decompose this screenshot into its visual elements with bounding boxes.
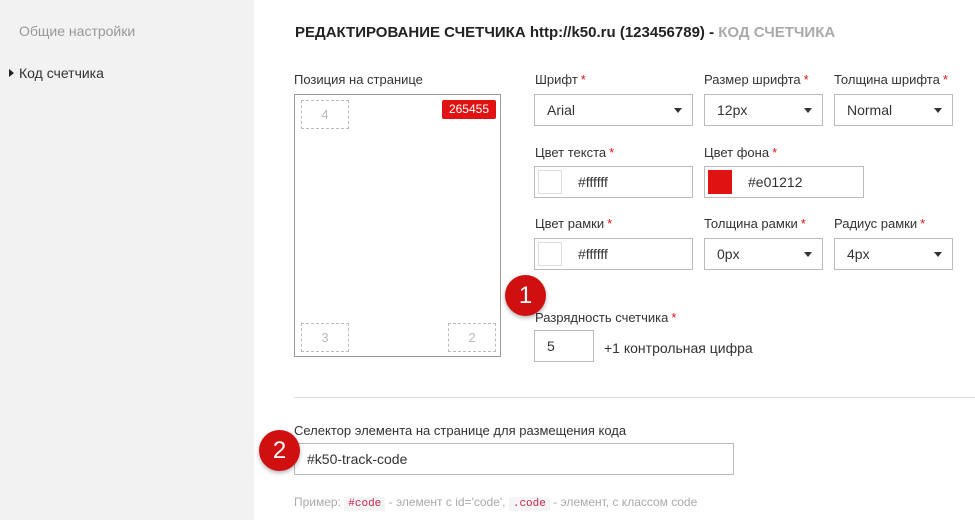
border-radius-select[interactable]: 4px xyxy=(834,238,953,270)
font-select[interactable]: Arial xyxy=(534,94,693,126)
selector-input[interactable]: #k50-track-code xyxy=(294,443,734,475)
chevron-down-icon xyxy=(934,108,942,113)
sidebar-item-label: Общие настройки xyxy=(19,23,136,39)
sidebar-item-general-settings[interactable]: Общие настройки xyxy=(19,23,135,39)
font-select-value: Arial xyxy=(547,102,576,118)
text-color-value: #ffffff xyxy=(578,174,608,190)
page-title-main: РЕДАКТИРОВАНИЕ СЧЕТЧИКА http://k50.ru (1… xyxy=(295,24,705,41)
bg-color-swatch[interactable] xyxy=(708,170,732,194)
annotation-marker-2: 2 xyxy=(259,430,300,471)
annotation-marker-1: 1 xyxy=(505,275,546,316)
font-weight-select[interactable]: Normal xyxy=(834,94,953,126)
position-slot-4[interactable]: 4 xyxy=(301,100,349,129)
text-color-swatch[interactable] xyxy=(538,170,562,194)
hint-code-class: .code xyxy=(508,497,550,511)
chevron-down-icon xyxy=(804,108,812,113)
position-preview[interactable]: 4 265455 3 2 xyxy=(294,94,501,357)
font-size-value: 12px xyxy=(717,102,748,118)
position-slot-3[interactable]: 3 xyxy=(301,323,349,352)
selector-value: #k50-track-code xyxy=(307,451,408,467)
font-size-select[interactable]: 12px xyxy=(704,94,823,126)
counter-preview-badge: 265455 xyxy=(441,100,496,119)
selector-label: Селектор элемента на странице для размещ… xyxy=(294,423,627,438)
sidebar-item-counter-code[interactable]: Код счетчика xyxy=(9,65,104,81)
font-label: Шрифт * xyxy=(535,72,586,87)
page-title: РЕДАКТИРОВАНИЕ СЧЕТЧИКА http://k50.ru (1… xyxy=(295,24,835,41)
main-panel: РЕДАКТИРОВАНИЕ СЧЕТЧИКА http://k50.ru (1… xyxy=(254,0,975,520)
border-width-value: 0px xyxy=(717,246,740,262)
bg-color-label: Цвет фона * xyxy=(704,145,778,160)
digits-value: 5 xyxy=(547,338,555,354)
chevron-down-icon xyxy=(934,252,942,257)
border-color-swatch[interactable] xyxy=(538,242,562,266)
text-color-label: Цвет текста * xyxy=(535,145,615,160)
position-label: Позиция на странице xyxy=(294,72,423,87)
chevron-down-icon xyxy=(674,108,682,113)
sidebar: Общие настройки Код счетчика xyxy=(0,0,254,520)
digits-label: Разрядность счетчика * xyxy=(535,310,677,325)
title-separator: - xyxy=(704,24,719,41)
sidebar-item-label: Код счетчика xyxy=(19,65,104,81)
font-size-label: Размер шрифта * xyxy=(704,72,809,87)
hint-code-id: #code xyxy=(344,497,386,511)
font-weight-value: Normal xyxy=(847,102,893,118)
bg-color-field[interactable]: #e01212 xyxy=(704,166,864,198)
border-radius-value: 4px xyxy=(847,246,870,262)
digits-input[interactable]: 5 xyxy=(534,330,594,362)
border-width-label: Толщина рамки * xyxy=(704,216,806,231)
divider xyxy=(294,397,975,398)
border-color-label: Цвет рамки * xyxy=(535,216,613,231)
text-color-field[interactable]: #ffffff xyxy=(534,166,693,198)
check-digit-note: +1 контрольная цифра xyxy=(604,340,753,356)
chevron-down-icon xyxy=(804,252,812,257)
border-width-select[interactable]: 0px xyxy=(704,238,823,270)
border-color-value: #ffffff xyxy=(578,246,608,262)
position-slot-2[interactable]: 2 xyxy=(448,323,496,352)
border-color-field[interactable]: #ffffff xyxy=(534,238,693,270)
font-weight-label: Толщина шрифта * xyxy=(834,72,948,87)
border-radius-label: Радиус рамки * xyxy=(834,216,926,231)
caret-right-icon xyxy=(9,69,14,77)
page-subtitle: КОД СЧЕТЧИКА xyxy=(718,24,836,41)
selector-hint: Пример: #code - элемент с id='code', .co… xyxy=(294,495,698,511)
bg-color-value: #e01212 xyxy=(748,174,803,190)
